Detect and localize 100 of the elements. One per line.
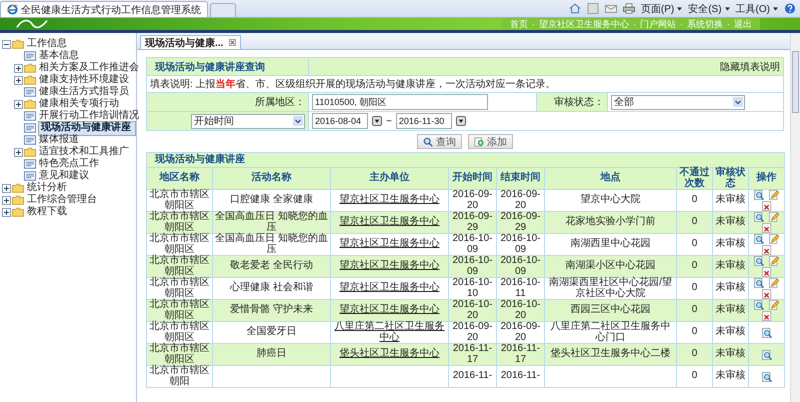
caret-icon[interactable]: [724, 6, 730, 10]
table-cell: 北京市市辖区朝阳区: [146, 256, 212, 278]
form-title: 现场活动与健康讲座查询: [155, 62, 265, 72]
sidebar-item[interactable]: 教程下载: [26, 206, 68, 218]
search-icon: [423, 136, 433, 146]
column-header: 结束时间: [496, 168, 544, 190]
browser-tab[interactable]: 全民健康生活方式行动工作信息管理系统: [0, 1, 208, 17]
toolbar-menu[interactable]: 工具(O): [736, 2, 770, 16]
folder-icon: [24, 99, 36, 109]
folder-icon: [12, 183, 24, 193]
magnifier-icon[interactable]: [754, 300, 764, 310]
link-separator: ·: [680, 18, 683, 30]
start-date-field[interactable]: 2016-08-04: [312, 113, 368, 129]
collapse-icon[interactable]: [2, 40, 11, 48]
table-cell: 西园三区中心花园: [544, 300, 676, 322]
end-date-field[interactable]: 2016-11-30: [396, 113, 452, 129]
expand-icon[interactable]: [14, 148, 23, 156]
sidebar-item[interactable]: 工作信息: [26, 38, 68, 50]
help-icon[interactable]: [784, 3, 796, 14]
caret-icon[interactable]: [677, 6, 682, 10]
region-field[interactable]: 11010500, 朝阳区: [312, 94, 488, 110]
column-header: 不通过次数: [676, 168, 712, 190]
magnifier-icon[interactable]: [754, 234, 764, 244]
date-type-dropdown[interactable]: 开始时间: [191, 114, 305, 128]
magnifier-icon[interactable]: [754, 256, 764, 266]
link-separator: ·: [727, 18, 730, 30]
table-title: 现场活动与健康讲座: [155, 154, 245, 165]
delete-icon[interactable]: [762, 267, 772, 277]
toolbar-menu[interactable]: 页面(P): [640, 2, 674, 16]
table-cell: 南湖渠小区中心花园: [544, 256, 676, 278]
delete-icon[interactable]: [762, 201, 772, 211]
delete-icon[interactable]: [762, 289, 772, 299]
pencil-icon[interactable]: [769, 278, 780, 288]
column-header: 主办单位: [330, 168, 448, 190]
magnifier-icon[interactable]: [754, 190, 764, 200]
magnifier-icon[interactable]: [754, 278, 764, 288]
instructions-text: 填表说明: 上报当年省、市、区级组织开展的现场活动与健康讲座，一次活动对应一条记录。: [150, 79, 556, 90]
sidebar-item[interactable]: 相关方案及工作推进会: [38, 62, 140, 74]
table-cell: 北京市市辖区朝阳区: [146, 300, 212, 322]
delete-icon[interactable]: [762, 223, 772, 233]
column-header: 活动名称: [212, 168, 330, 190]
folder-icon: [24, 75, 36, 85]
folder-icon: [12, 195, 24, 205]
toolbar-menu[interactable]: 安全(S): [688, 2, 722, 16]
sidebar-item[interactable]: 工作综合管理台: [26, 194, 98, 206]
sidebar-item[interactable]: 适宜技术和工具推广: [38, 146, 130, 158]
content-tab[interactable]: 现场活动与健康...: [140, 35, 242, 49]
status-dropdown[interactable]: 全部: [611, 94, 746, 110]
table-cell: 0: [676, 300, 712, 322]
sidebar-item[interactable]: 现场活动与健康讲座: [38, 120, 136, 136]
sidebar-item[interactable]: 媒体报道: [38, 134, 80, 146]
pencil-icon[interactable]: [769, 256, 780, 266]
table-cell: 北京市市辖区朝阳: [146, 366, 212, 388]
table-cell: 2016-09-29: [496, 212, 544, 234]
document-icon: [24, 51, 36, 61]
mail-icon[interactable]: [604, 3, 617, 14]
sidebar-item[interactable]: 健康相关专项行动: [38, 98, 120, 110]
close-icon[interactable]: [229, 39, 236, 46]
table-cell: 肺癌日: [212, 344, 330, 366]
table-cell: 0: [676, 344, 712, 366]
magnifier-icon[interactable]: [762, 328, 772, 338]
expand-icon[interactable]: [2, 208, 11, 216]
calendar-dropdown-icon[interactable]: [372, 116, 382, 126]
search-button[interactable]: 查询: [417, 134, 462, 149]
calendar-dropdown-icon[interactable]: [456, 116, 466, 126]
expand-icon[interactable]: [14, 100, 23, 108]
column-header: 审核状态: [712, 168, 748, 190]
sidebar-item[interactable]: 开展行动工作培训情况: [38, 110, 140, 122]
table-cell: 北京市市辖区朝阳区: [146, 344, 212, 366]
sidebar-item[interactable]: 健康支持性环境建设: [38, 74, 130, 86]
pencil-icon[interactable]: [769, 300, 780, 310]
pencil-icon[interactable]: [769, 212, 780, 222]
add-icon: [474, 136, 484, 146]
hide-instructions-link[interactable]: 隐藏填表说明: [720, 62, 780, 72]
delete-icon[interactable]: [762, 311, 772, 321]
caret-icon[interactable]: [773, 6, 778, 10]
printer-icon[interactable]: [622, 3, 635, 14]
add-button[interactable]: 添加: [468, 134, 513, 149]
sidebar-item[interactable]: 意见和建议: [38, 170, 90, 182]
pencil-icon[interactable]: [769, 234, 780, 244]
sidebar-item[interactable]: 统计分析: [26, 182, 68, 194]
column-header: 开始时间: [448, 168, 496, 190]
sidebar-item[interactable]: 特色亮点工作: [38, 158, 100, 170]
folder-icon: [24, 63, 36, 73]
magnifier-icon[interactable]: [754, 212, 764, 222]
magnifier-icon[interactable]: [762, 372, 772, 382]
expand-icon[interactable]: [2, 196, 11, 204]
expand-icon[interactable]: [14, 64, 23, 72]
table-cell: 2016-10-09: [448, 256, 496, 278]
table-cell: 未审核: [712, 366, 748, 388]
delete-icon[interactable]: [762, 245, 772, 255]
folder-icon: [12, 39, 24, 49]
home-icon[interactable]: [568, 3, 581, 14]
expand-icon[interactable]: [2, 184, 11, 192]
expand-icon[interactable]: [14, 76, 23, 84]
magnifier-icon[interactable]: [762, 350, 772, 360]
pencil-icon[interactable]: [769, 190, 780, 200]
scrollbar[interactable]: [790, 33, 800, 402]
sidebar-item[interactable]: 健康生活方式指导员: [38, 86, 130, 98]
sidebar-item[interactable]: 基本信息: [38, 50, 80, 62]
